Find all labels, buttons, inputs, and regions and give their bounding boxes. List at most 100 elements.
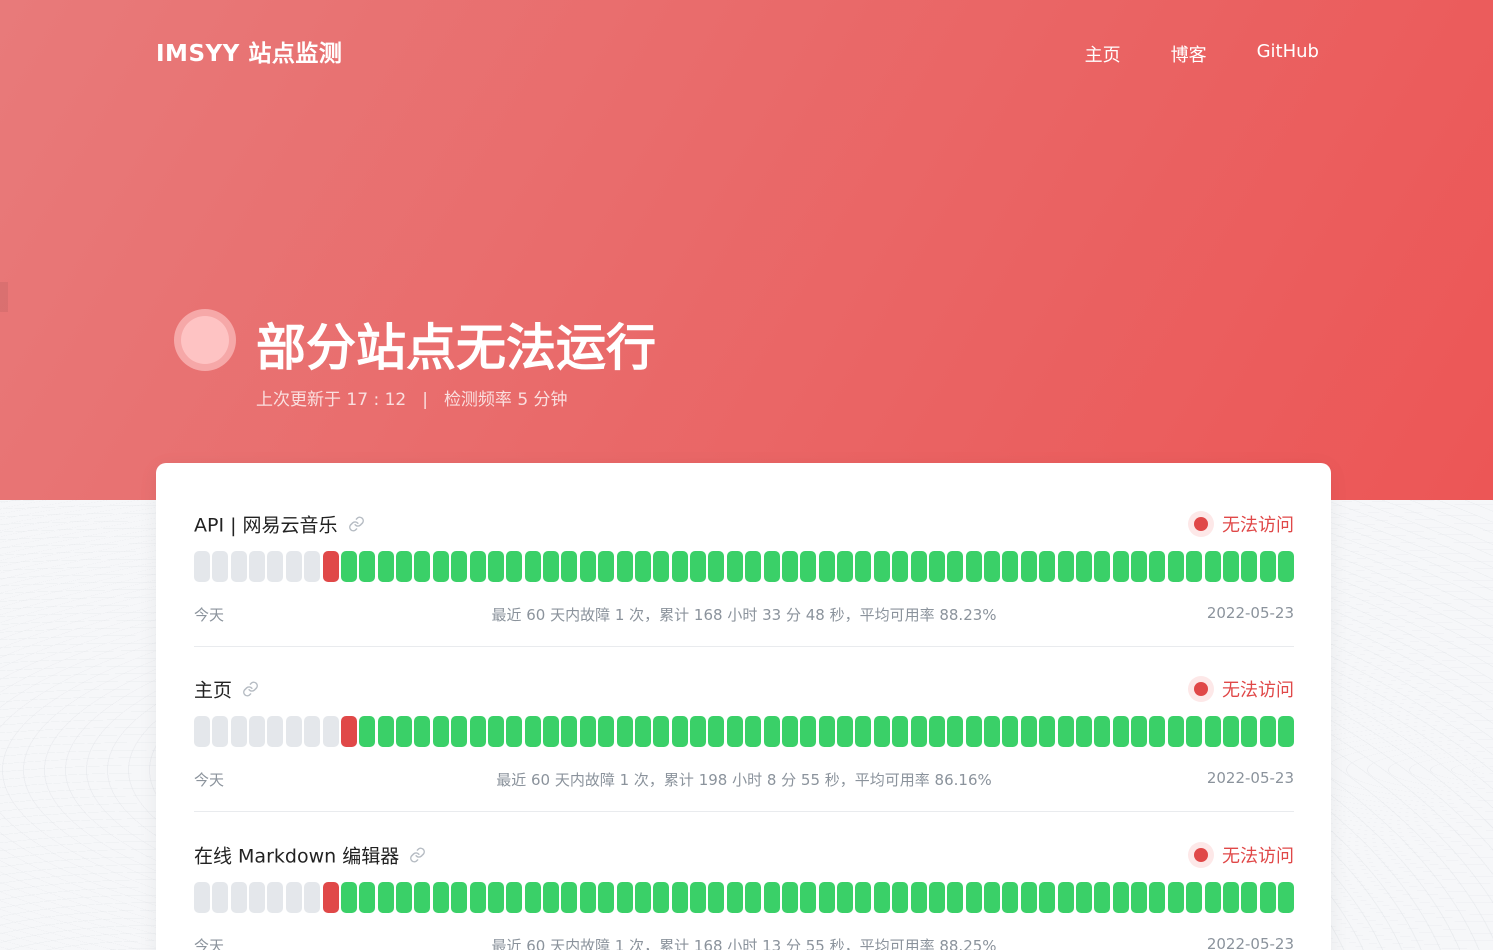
uptime-bar-empty[interactable] (285, 882, 302, 913)
uptime-bar-up[interactable] (396, 882, 413, 913)
uptime-bar-up[interactable] (1112, 716, 1129, 747)
nav-github-link[interactable]: GitHub (1257, 41, 1319, 67)
uptime-bar-empty[interactable] (249, 882, 266, 913)
uptime-bar-empty[interactable] (212, 551, 229, 582)
uptime-bar-up[interactable] (1039, 716, 1056, 747)
uptime-bar-up[interactable] (1259, 551, 1276, 582)
uptime-bar-up[interactable] (1167, 882, 1184, 913)
uptime-bar-empty[interactable] (267, 551, 284, 582)
uptime-bar-up[interactable] (653, 551, 670, 582)
uptime-bar-up[interactable] (892, 551, 909, 582)
uptime-bar-up[interactable] (616, 551, 633, 582)
uptime-bar-up[interactable] (359, 882, 376, 913)
uptime-bar-empty[interactable] (322, 716, 339, 747)
uptime-bar-up[interactable] (690, 551, 707, 582)
uptime-bar-up[interactable] (506, 882, 523, 913)
uptime-bar-empty[interactable] (194, 716, 210, 747)
uptime-bar-up[interactable] (1094, 882, 1111, 913)
uptime-bar-up[interactable] (432, 551, 449, 582)
uptime-bar-up[interactable] (1094, 551, 1111, 582)
uptime-bar-up[interactable] (561, 882, 578, 913)
uptime-bar-empty[interactable] (304, 551, 321, 582)
uptime-bar-empty[interactable] (267, 882, 284, 913)
uptime-bar-up[interactable] (984, 882, 1001, 913)
uptime-bar-up[interactable] (928, 551, 945, 582)
uptime-bar-up[interactable] (1094, 716, 1111, 747)
uptime-bar-up[interactable] (487, 882, 504, 913)
uptime-bar-up[interactable] (616, 716, 633, 747)
uptime-bar-up[interactable] (910, 882, 927, 913)
uptime-bar-up[interactable] (1167, 716, 1184, 747)
uptime-bar-empty[interactable] (285, 716, 302, 747)
uptime-bar-up[interactable] (855, 882, 872, 913)
uptime-bar-up[interactable] (763, 882, 780, 913)
uptime-bar-up[interactable] (745, 551, 762, 582)
uptime-bar-up[interactable] (1039, 551, 1056, 582)
uptime-bar-up[interactable] (1057, 882, 1074, 913)
uptime-bar-up[interactable] (469, 551, 486, 582)
uptime-bar-up[interactable] (947, 551, 964, 582)
uptime-bar-up[interactable] (561, 716, 578, 747)
uptime-bar-up[interactable] (837, 716, 854, 747)
uptime-bar-up[interactable] (984, 716, 1001, 747)
uptime-bar-empty[interactable] (212, 716, 229, 747)
uptime-bar-up[interactable] (524, 716, 541, 747)
uptime-bar-up[interactable] (396, 716, 413, 747)
uptime-bar-up[interactable] (543, 716, 560, 747)
uptime-bar-up[interactable] (524, 551, 541, 582)
uptime-bar-up[interactable] (340, 551, 357, 582)
uptime-bar-up[interactable] (1057, 716, 1074, 747)
uptime-bar-up[interactable] (377, 882, 394, 913)
uptime-bar-empty[interactable] (304, 716, 321, 747)
uptime-bar-up[interactable] (708, 551, 725, 582)
uptime-bar-up[interactable] (928, 716, 945, 747)
uptime-bar-empty[interactable] (249, 551, 266, 582)
uptime-bar-up[interactable] (1020, 716, 1037, 747)
uptime-bar-empty[interactable] (194, 551, 210, 582)
uptime-bar-up[interactable] (451, 551, 468, 582)
uptime-bar-up[interactable] (1131, 716, 1148, 747)
uptime-bar-up[interactable] (1002, 551, 1019, 582)
uptime-bar-down[interactable] (322, 882, 339, 913)
uptime-bar-up[interactable] (432, 716, 449, 747)
uptime-bar-empty[interactable] (212, 882, 229, 913)
uptime-bar-up[interactable] (598, 551, 615, 582)
uptime-bar-up[interactable] (634, 551, 651, 582)
uptime-bar-up[interactable] (690, 716, 707, 747)
uptime-bar-up[interactable] (1222, 716, 1239, 747)
uptime-bar-up[interactable] (818, 551, 835, 582)
uptime-bar-up[interactable] (579, 551, 596, 582)
uptime-bar-up[interactable] (745, 882, 762, 913)
uptime-bar-up[interactable] (340, 882, 357, 913)
uptime-bar-up[interactable] (928, 882, 945, 913)
uptime-bar-up[interactable] (396, 551, 413, 582)
uptime-bar-up[interactable] (524, 882, 541, 913)
uptime-bar-up[interactable] (487, 551, 504, 582)
uptime-bar-up[interactable] (671, 551, 688, 582)
uptime-bar-up[interactable] (1057, 551, 1074, 582)
uptime-bar-up[interactable] (708, 716, 725, 747)
uptime-bar-up[interactable] (671, 882, 688, 913)
uptime-bar-up[interactable] (469, 716, 486, 747)
uptime-bar-up[interactable] (1039, 882, 1056, 913)
uptime-bar-up[interactable] (1020, 551, 1037, 582)
uptime-bar-up[interactable] (359, 551, 376, 582)
uptime-bar-up[interactable] (1259, 882, 1276, 913)
uptime-bar-up[interactable] (1222, 551, 1239, 582)
uptime-bar-up[interactable] (1204, 716, 1221, 747)
nav-blog-link[interactable]: 博客 (1171, 41, 1207, 67)
uptime-bar-empty[interactable] (230, 716, 247, 747)
uptime-bar-up[interactable] (506, 551, 523, 582)
uptime-bar-up[interactable] (1131, 882, 1148, 913)
uptime-bar-up[interactable] (984, 551, 1001, 582)
uptime-bar-up[interactable] (653, 882, 670, 913)
uptime-bar-up[interactable] (1278, 716, 1294, 747)
uptime-bar-up[interactable] (726, 882, 743, 913)
uptime-bar-up[interactable] (1241, 716, 1258, 747)
uptime-bar-empty[interactable] (194, 882, 210, 913)
uptime-bar-up[interactable] (469, 882, 486, 913)
uptime-bar-up[interactable] (1241, 551, 1258, 582)
side-tab[interactable] (0, 282, 8, 312)
uptime-bar-up[interactable] (1075, 882, 1092, 913)
uptime-bar-up[interactable] (708, 882, 725, 913)
